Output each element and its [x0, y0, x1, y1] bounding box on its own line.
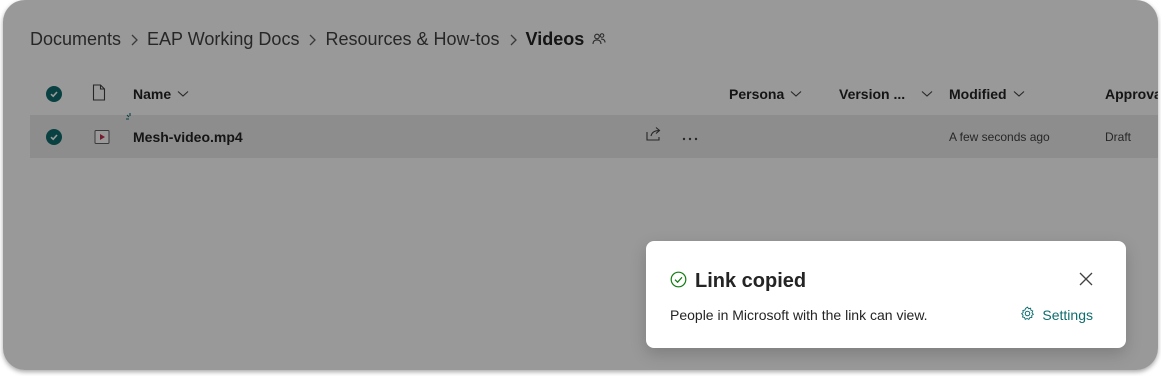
close-icon	[1078, 271, 1094, 292]
toast-message: People in Microsoft with the link can vi…	[670, 307, 928, 323]
modified-value: A few seconds ago	[949, 129, 1050, 144]
breadcrumb-item-eap-working-docs[interactable]: EAP Working Docs	[147, 29, 299, 50]
share-button[interactable]	[645, 115, 663, 158]
chevron-right-icon	[121, 31, 147, 47]
toast-title: Link copied	[695, 270, 807, 292]
check-circle-icon	[46, 86, 62, 102]
approval-status: Draft	[1105, 129, 1132, 144]
file-icon	[92, 84, 106, 104]
column-name-label: Name	[133, 86, 172, 102]
row-checkbox[interactable]	[46, 115, 62, 158]
close-button[interactable]	[1076, 271, 1096, 291]
column-header-persona[interactable]: Persona	[729, 80, 802, 108]
breadcrumb-current-videos: Videos	[525, 28, 585, 49]
approval-cell: Draft	[1105, 115, 1131, 158]
file-type-column[interactable]	[92, 80, 106, 108]
chevron-down-icon	[177, 90, 189, 98]
column-version-label: Version ...	[839, 86, 906, 102]
column-header-approval[interactable]: Approva	[1105, 80, 1158, 108]
more-icon	[682, 128, 698, 146]
more-actions-button[interactable]	[682, 115, 698, 158]
select-all-checkbox[interactable]	[46, 80, 62, 108]
chevron-right-icon	[299, 31, 325, 47]
chevron-down-icon	[921, 90, 933, 98]
shared-people-icon[interactable]	[592, 32, 606, 46]
file-name: Mesh-video.mp4	[133, 128, 243, 145]
link-copied-toast: Link copied People in Microsoft with the…	[646, 241, 1126, 348]
video-file-icon	[94, 115, 110, 158]
chevron-down-icon	[790, 90, 802, 98]
column-header-modified[interactable]: Modified	[949, 80, 1025, 108]
settings-label: Settings	[1042, 307, 1093, 323]
list-header: Name Persona Version ... Modified Approv…	[30, 80, 1158, 108]
check-circle-icon	[46, 128, 62, 145]
column-modified-label: Modified	[949, 86, 1007, 102]
breadcrumb: Documents EAP Working Docs Resources & H…	[30, 26, 606, 52]
chevron-right-icon	[500, 31, 526, 47]
toast-header: Link copied	[670, 270, 806, 293]
share-icon	[645, 126, 663, 147]
column-header-name[interactable]: Name	[133, 80, 189, 108]
breadcrumb-item-resources[interactable]: Resources & How-tos	[325, 29, 499, 50]
column-approval-label: Approva	[1105, 86, 1158, 102]
column-header-version[interactable]: Version ...	[839, 80, 933, 108]
gear-icon	[1020, 306, 1035, 324]
settings-link[interactable]: Settings	[1020, 306, 1093, 324]
modified-cell: A few seconds ago	[949, 115, 1050, 158]
check-success-icon	[670, 271, 687, 293]
breadcrumb-item-documents[interactable]: Documents	[30, 29, 121, 50]
column-persona-label: Persona	[729, 86, 785, 102]
file-name-link[interactable]: Mesh-video.mp4	[133, 115, 243, 158]
chevron-down-icon	[1013, 90, 1025, 98]
table-row[interactable]: Mesh-video.mp4 A few seconds ago Draft	[30, 113, 1158, 158]
